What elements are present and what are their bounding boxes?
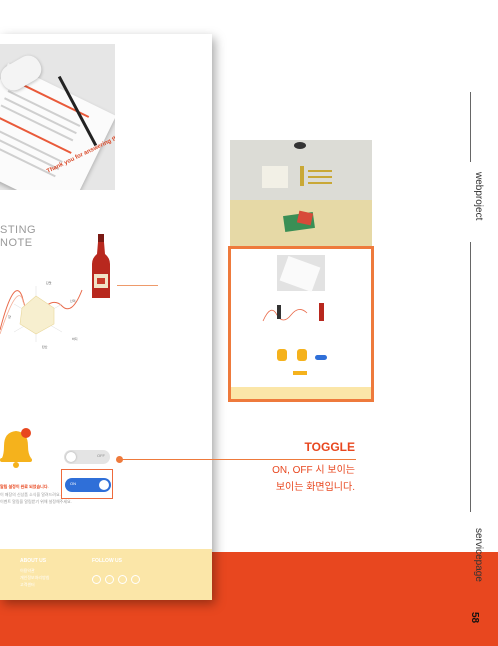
tasting-title-line2: NOTE (0, 237, 33, 249)
footer-link[interactable]: 이용약관 (20, 568, 35, 574)
alert-text-3: 이벤트 알림을 알림받기 위해 설정해주세요. (0, 499, 72, 504)
social-icon[interactable] (118, 575, 127, 584)
tasting-radar-chart: 단맛 산미 바디 탄산 향 (0, 280, 83, 349)
social-icon[interactable] (131, 575, 140, 584)
side-label-servicepage: servicepage (473, 528, 484, 582)
footer-about-heading: ABOUT US (20, 558, 47, 564)
side-divider (470, 92, 471, 162)
page-mockup: Thank you for answering this survey. STI… (0, 34, 212, 600)
survey-photo: Thank you for answering this survey. (0, 44, 115, 190)
social-icon[interactable] (105, 575, 114, 584)
connector-line (119, 459, 356, 460)
alert-text-2: 이 매장의 신상품 소식을 알려드려요. (0, 492, 61, 497)
chart-guide-line (117, 285, 158, 286)
tasting-note-title: STING NOTE (0, 224, 36, 250)
tasting-title-line1: STING (0, 224, 37, 236)
mini-section-top (230, 140, 372, 200)
mini-chart (262, 303, 324, 322)
page-footer: ABOUT US FOLLOW US 이용약관 개인정보처리방침 고객센터 (0, 549, 212, 600)
toggle-off-label: OFF (97, 453, 105, 458)
social-icon[interactable] (92, 575, 101, 584)
mini-page-highlight (228, 246, 374, 402)
toggle-highlight-box (61, 469, 113, 499)
chart-label-4: 탄산 (42, 344, 48, 349)
toggle-off-switch[interactable]: OFF (64, 450, 110, 464)
chart-label-1: 단맛 (46, 280, 52, 285)
toggle-knob (66, 452, 76, 462)
annotation-desc-line2: 보이는 화면입니다. (275, 482, 355, 493)
footer-link[interactable]: 개인정보처리방침 (20, 575, 49, 581)
side-divider (470, 242, 471, 512)
bell-icon (0, 428, 32, 468)
annotation-title: TOGGLE (304, 440, 355, 454)
page-number: 58 (469, 612, 480, 624)
chart-label-3: 바디 (72, 336, 78, 341)
mini-section-banner (230, 200, 372, 246)
footer-link[interactable]: 고객센터 (20, 582, 35, 588)
alert-text-1: 알림 설정이 완료 되었습니다. (0, 484, 49, 489)
chart-label-2: 산미 (70, 298, 76, 303)
mini-footer (231, 387, 371, 399)
side-label-webproject: webproject (473, 172, 484, 221)
annotation-desc-line1: ON, OFF 시 보이는 (272, 465, 355, 476)
chart-label-5: 향 (8, 314, 11, 319)
footer-follow-heading: FOLLOW US (92, 558, 122, 564)
